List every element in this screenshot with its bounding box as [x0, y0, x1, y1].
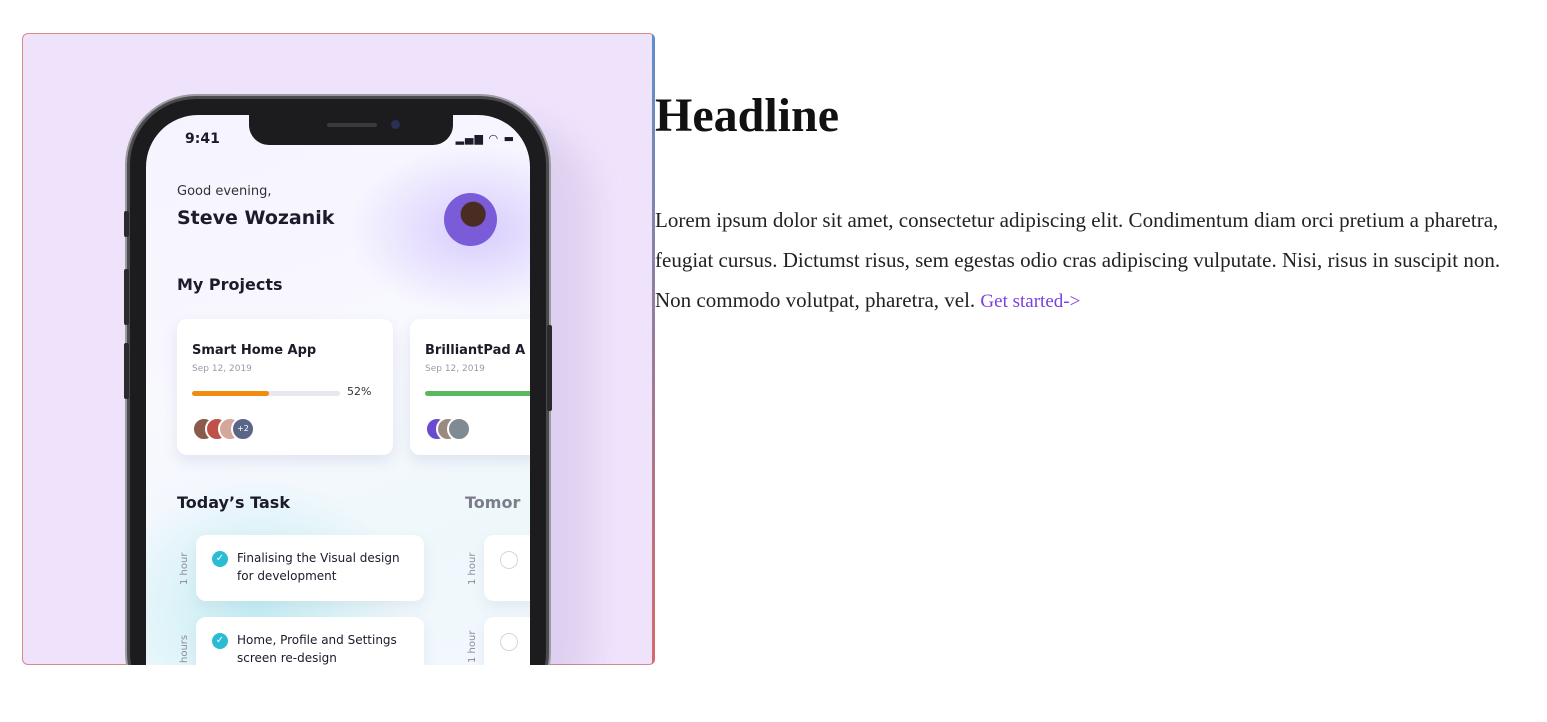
progress-fill — [192, 391, 269, 396]
task-text: Home, Profile and Settings screen re-des… — [237, 631, 397, 665]
status-icons: ▂▄▆ ◠ ▬ — [456, 132, 515, 145]
task-card[interactable]: ✓ Home, Profile and Settings screen re-d… — [196, 617, 424, 665]
phone-side-button — [547, 325, 552, 411]
task-duration: 1 hour — [179, 552, 190, 585]
project-title: BrilliantPad A — [425, 343, 526, 358]
headline: Headline — [655, 89, 840, 142]
task-duration: hours — [179, 634, 190, 663]
task-duration: 1 hour — [467, 552, 478, 585]
tomorrow-task-title: Tomor — [465, 493, 521, 512]
speaker — [327, 123, 377, 127]
task-text-line: Home, Profile and Settings — [237, 633, 397, 647]
body-text: Lorem ipsum dolor sit amet, consectetur … — [655, 200, 1515, 322]
progress-bar — [425, 391, 530, 396]
check-icon[interactable]: ✓ — [212, 551, 228, 567]
battery-icon: ▬ — [503, 132, 515, 145]
phone-mockup: 9:41 ▂▄▆ ◠ ▬ Good evening, Steve Wozanik… — [124, 99, 552, 665]
camera — [391, 120, 400, 129]
task-text-line: Finalising the Visual design — [237, 551, 400, 565]
project-date: Sep 12, 2019 — [425, 364, 485, 374]
background-glow — [346, 145, 530, 315]
unchecked-circle-icon[interactable] — [500, 551, 518, 569]
progress-bar — [192, 391, 340, 396]
project-date: Sep 12, 2019 — [192, 364, 252, 374]
today-task-title: Today’s Task — [177, 493, 290, 512]
task-text-line: screen re-design — [237, 651, 337, 665]
phone-side-button — [124, 343, 129, 399]
member-avatar — [447, 417, 471, 441]
hero-image: 9:41 ▂▄▆ ◠ ▬ Good evening, Steve Wozanik… — [22, 33, 655, 665]
task-card[interactable] — [484, 617, 530, 665]
phone-notch — [249, 115, 453, 145]
user-name: Steve Wozanik — [177, 207, 335, 229]
progress-label: 52% — [347, 385, 372, 398]
phone-side-button — [124, 211, 129, 237]
content-section: Headline Lorem ipsum dolor sit amet, con… — [655, 84, 1515, 322]
phone-screen: 9:41 ▂▄▆ ◠ ▬ Good evening, Steve Wozanik… — [146, 115, 530, 665]
avatar[interactable] — [444, 193, 497, 246]
projects-title: My Projects — [177, 275, 283, 294]
greeting: Good evening, — [177, 184, 272, 199]
status-time: 9:41 — [185, 131, 220, 147]
progress-fill — [425, 391, 530, 396]
wifi-icon: ◠ — [488, 132, 500, 145]
project-card[interactable]: BrilliantPad A Sep 12, 2019 — [410, 319, 530, 455]
project-title: Smart Home App — [192, 343, 317, 358]
task-card[interactable] — [484, 535, 530, 601]
task-duration: 1 hour — [467, 630, 478, 663]
phone-side-button — [124, 269, 129, 325]
task-text-line: for development — [237, 569, 337, 583]
project-card[interactable]: Smart Home App Sep 12, 2019 52% +2 — [177, 319, 393, 455]
get-started-link[interactable]: Get started-> — [980, 291, 1080, 312]
unchecked-circle-icon[interactable] — [500, 633, 518, 651]
more-members-badge: +2 — [231, 417, 255, 441]
task-card[interactable]: ✓ Finalising the Visual design for devel… — [196, 535, 424, 601]
signal-icon: ▂▄▆ — [455, 132, 484, 145]
check-icon[interactable]: ✓ — [212, 633, 228, 649]
task-text: Finalising the Visual design for develop… — [237, 549, 400, 585]
